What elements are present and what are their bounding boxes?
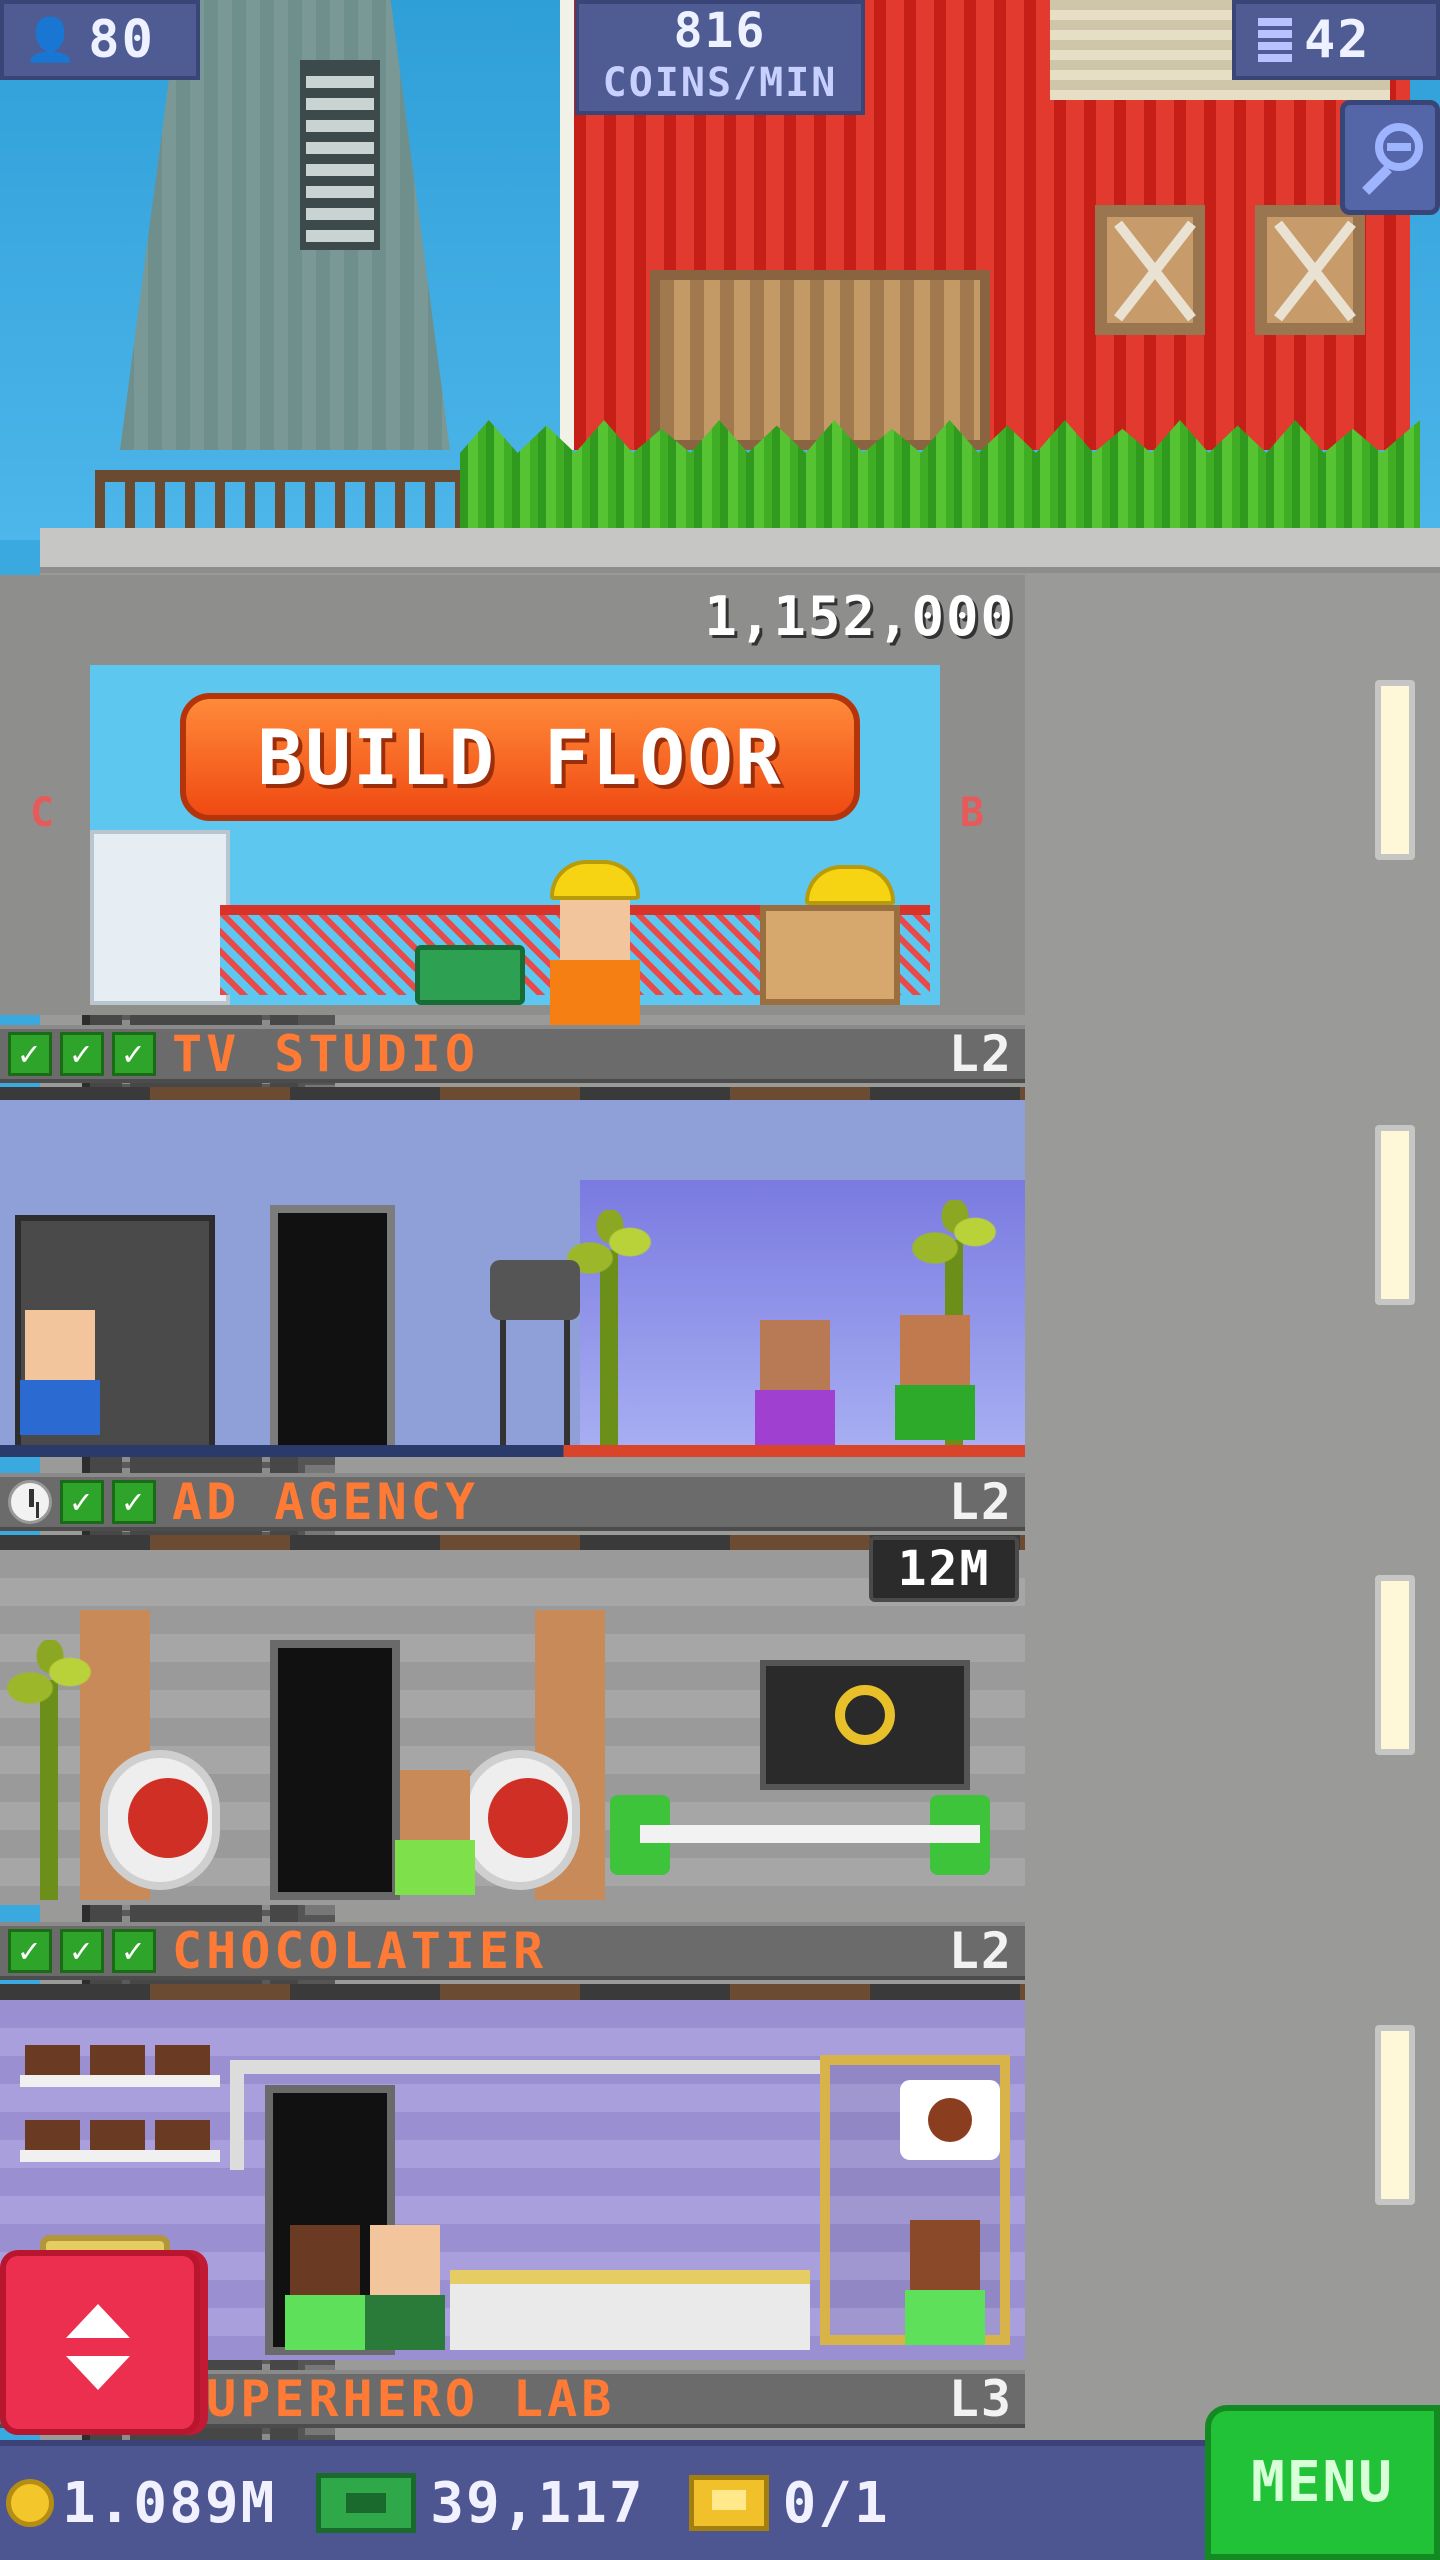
bux-balance: 39,117 — [430, 2470, 645, 2536]
wrapped-material — [90, 830, 230, 1005]
desk — [640, 1825, 980, 1843]
tower-side-window — [1375, 2025, 1415, 2205]
bitizen[interactable] — [395, 1770, 475, 1895]
floor-name: SUPERHERO LAB — [172, 2370, 616, 2428]
bitizen[interactable] — [20, 1310, 100, 1435]
chocolate-box — [155, 2045, 210, 2075]
bitizen[interactable] — [755, 1320, 835, 1445]
bux-icon[interactable] — [316, 2473, 417, 2533]
build-floor-button[interactable]: BUILD FLOOR — [180, 693, 860, 821]
floor-level: L2 — [948, 1025, 1013, 1083]
population-value: 80 — [88, 10, 155, 70]
population-counter: 👤 80 — [0, 0, 200, 80]
potted-plant — [0, 1640, 100, 1900]
bitizen[interactable] — [365, 2225, 445, 2350]
check-icon: ✓ — [8, 1032, 52, 1076]
shelf — [20, 2075, 220, 2087]
floor-count-value: 42 — [1304, 10, 1371, 70]
chocolate-box — [90, 2045, 145, 2075]
check-icon: ✓ — [112, 1480, 156, 1524]
build-floor-price: 1,152,000 — [704, 585, 1015, 648]
check-icon: ✓ — [8, 1929, 52, 1973]
potted-plant — [560, 1210, 660, 1450]
bitizen[interactable] — [285, 2225, 365, 2350]
egg-chair — [100, 1750, 220, 1890]
egg-chair — [460, 1750, 580, 1890]
counter — [450, 2270, 810, 2350]
menu-button[interactable]: MENU — [1205, 2405, 1440, 2560]
chocolate-box — [90, 2120, 145, 2150]
tower-side-window — [1375, 1125, 1415, 1305]
check-icon: ✓ — [112, 1032, 156, 1076]
neighbor-building-window — [300, 60, 380, 250]
elevator-toggle-button[interactable] — [0, 2250, 200, 2435]
floor-nameplate-tv-studio[interactable]: ✓ ✓ ✓ TV STUDIO L2 — [0, 1025, 1025, 1083]
shelf — [20, 2150, 220, 2162]
floor-room-ad-agency[interactable]: 12M — [0, 1536, 1025, 1905]
speech-bubble[interactable] — [900, 2080, 1000, 2160]
chocolate-box — [155, 2120, 210, 2150]
income-rate: 816 COINS/MIN — [575, 0, 865, 115]
floor-nameplate-ad-agency[interactable]: ✓ ✓ AD AGENCY L2 — [0, 1473, 1025, 1531]
coin-balance: 1.089M — [62, 2470, 277, 2536]
barn-window — [1095, 205, 1205, 335]
floor-door — [270, 1205, 395, 1455]
bitizen[interactable] — [905, 2220, 985, 2345]
bitizen[interactable] — [895, 1315, 975, 1440]
build-floor-slot[interactable]: 1,152,000 C B BUILD FLOOR — [0, 575, 1025, 1030]
check-icon: ✓ — [60, 1032, 104, 1076]
floor-nameplate-chocolatier[interactable]: ✓ ✓ ✓ CHOCOLATIER L2 — [0, 1922, 1025, 1980]
floor-room-tv-studio[interactable] — [0, 1100, 1025, 1457]
income-value: 816 — [673, 3, 767, 59]
income-unit: COINS/MIN — [602, 60, 838, 106]
build-sign-left: C — [30, 790, 57, 836]
floor-door — [270, 1640, 400, 1900]
chocolate-box — [25, 2045, 80, 2075]
tower-roof-slab — [40, 528, 1440, 573]
person-icon: 👤 — [24, 15, 79, 64]
barn-door — [650, 270, 990, 450]
coin-icon — [6, 2479, 54, 2527]
floor-count: 42 — [1232, 0, 1440, 80]
floor-name: AD AGENCY — [172, 1473, 479, 1531]
roof-fence — [95, 470, 495, 530]
ticket-count: 0/1 — [782, 2470, 890, 2536]
floor-level: L3 — [948, 2370, 1013, 2428]
floor-level: L2 — [948, 1922, 1013, 1980]
floor-name: TV STUDIO — [172, 1025, 479, 1083]
ticket-icon[interactable] — [688, 2475, 769, 2531]
tower-side-window — [1375, 680, 1415, 860]
barn-window — [1255, 205, 1365, 335]
check-icon: ✓ — [60, 1929, 104, 1973]
tower-side-window — [1375, 1575, 1415, 1755]
camera-tripod — [500, 1320, 570, 1450]
toolbox — [415, 945, 525, 1005]
ring-icon — [835, 1685, 895, 1745]
floor-earnings-badge[interactable]: 12M — [869, 1536, 1019, 1602]
floor-name: CHOCOLATIER — [172, 1922, 548, 1980]
check-icon: ✓ — [60, 1480, 104, 1524]
check-icon: ✓ — [112, 1929, 156, 1973]
clock-icon — [8, 1480, 52, 1524]
tv-camera — [490, 1260, 580, 1320]
floor-strip — [0, 1445, 1025, 1457]
wooden-crate — [760, 905, 900, 1005]
hard-hat — [805, 865, 895, 905]
floor-level: L2 — [948, 1473, 1013, 1531]
building-icon — [1258, 18, 1292, 62]
zoom-out-button[interactable] — [1340, 100, 1440, 215]
build-sign-right: B — [960, 790, 987, 836]
construction-worker — [550, 860, 640, 1030]
chocolate-box — [25, 2120, 80, 2150]
